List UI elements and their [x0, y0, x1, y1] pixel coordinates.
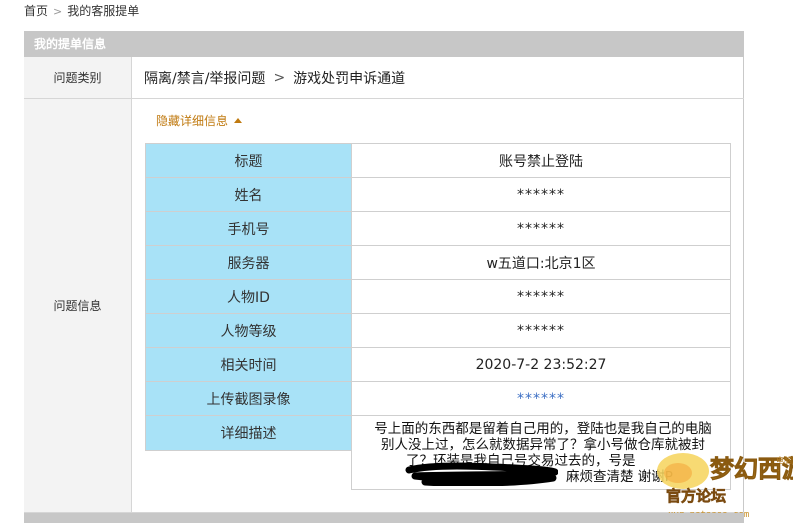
breadcrumb-separator: > — [53, 5, 63, 18]
field-label-phone: 手机号 — [145, 211, 352, 246]
breadcrumb: 首页 > 我的客服提单 — [24, 2, 139, 22]
field-label-character-level: 人物等级 — [145, 313, 352, 348]
caret-up-icon — [234, 118, 243, 123]
issue-type-label: 问题类别 — [24, 57, 132, 98]
field-label-title: 标题 — [145, 143, 352, 178]
hide-details-toggle[interactable]: 隐藏详细信息 — [156, 112, 243, 129]
next-section-header — [24, 513, 744, 523]
issue-type-row: 问题类别 隔离/禁言/举报问题 > 游戏处罚申诉通道 — [24, 57, 744, 99]
field-value-phone: ****** — [351, 211, 731, 246]
issue-category: 隔离/禁言/举报问题 — [144, 70, 266, 87]
screenshot-link[interactable]: ****** — [351, 381, 731, 416]
table-row: 人物ID ****** — [145, 279, 731, 314]
issue-type-value: 隔离/禁言/举报问题 > 游戏处罚申诉通道 — [144, 57, 405, 98]
watermark-badge: 电脑版 — [776, 455, 793, 465]
field-label-description: 详细描述 — [145, 415, 352, 451]
field-label-character-id: 人物ID — [145, 279, 352, 314]
field-value-character-level: ****** — [351, 313, 731, 348]
field-label-screenshot: 上传截图录像 — [145, 381, 352, 416]
field-value-name: ****** — [351, 177, 731, 212]
field-value-title: 账号禁止登陆 — [351, 143, 731, 178]
table-row: 手机号 ****** — [145, 211, 731, 246]
field-value-character-id: ****** — [351, 279, 731, 314]
field-label-time: 相关时间 — [145, 347, 352, 382]
field-value-server: w五道口:北京1区 — [351, 245, 731, 280]
field-label-server: 服务器 — [145, 245, 352, 280]
table-row: 相关时间 2020-7-2 23:52:27 — [145, 347, 731, 382]
details-table: 标题 账号禁止登陆 姓名 ****** 手机号 ****** 服务器 w五道口:… — [145, 143, 731, 451]
game-logo-watermark: 梦幻西游 电脑版 官方论坛 xyq.netease.com — [657, 453, 793, 520]
issue-type-arrow: > — [273, 69, 286, 86]
table-row: 人物等级 ****** — [145, 313, 731, 348]
table-row: 服务器 w五道口:北京1区 — [145, 245, 731, 280]
watermark-tagline: 官方论坛 — [666, 487, 726, 505]
field-label-name: 姓名 — [145, 177, 352, 212]
issue-subcategory: 游戏处罚申诉通道 — [293, 70, 406, 87]
field-value-time: 2020-7-2 23:52:27 — [351, 347, 731, 382]
table-row: 上传截图录像 ****** — [145, 381, 731, 416]
description-line: 号上面的东西都是留着自己用的，登陆也是我自己的电脑 — [374, 421, 712, 437]
breadcrumb-home-link[interactable]: 首页 — [24, 4, 48, 18]
table-row: 标题 账号禁止登陆 — [145, 143, 731, 178]
panel-title: 我的提单信息 — [24, 31, 744, 57]
issue-info-label: 问题信息 — [24, 99, 132, 512]
hide-details-label: 隐藏详细信息 — [156, 114, 229, 128]
redaction-scribble — [405, 462, 558, 486]
breadcrumb-current: 我的客服提单 — [67, 4, 140, 18]
table-row: 姓名 ****** — [145, 177, 731, 212]
